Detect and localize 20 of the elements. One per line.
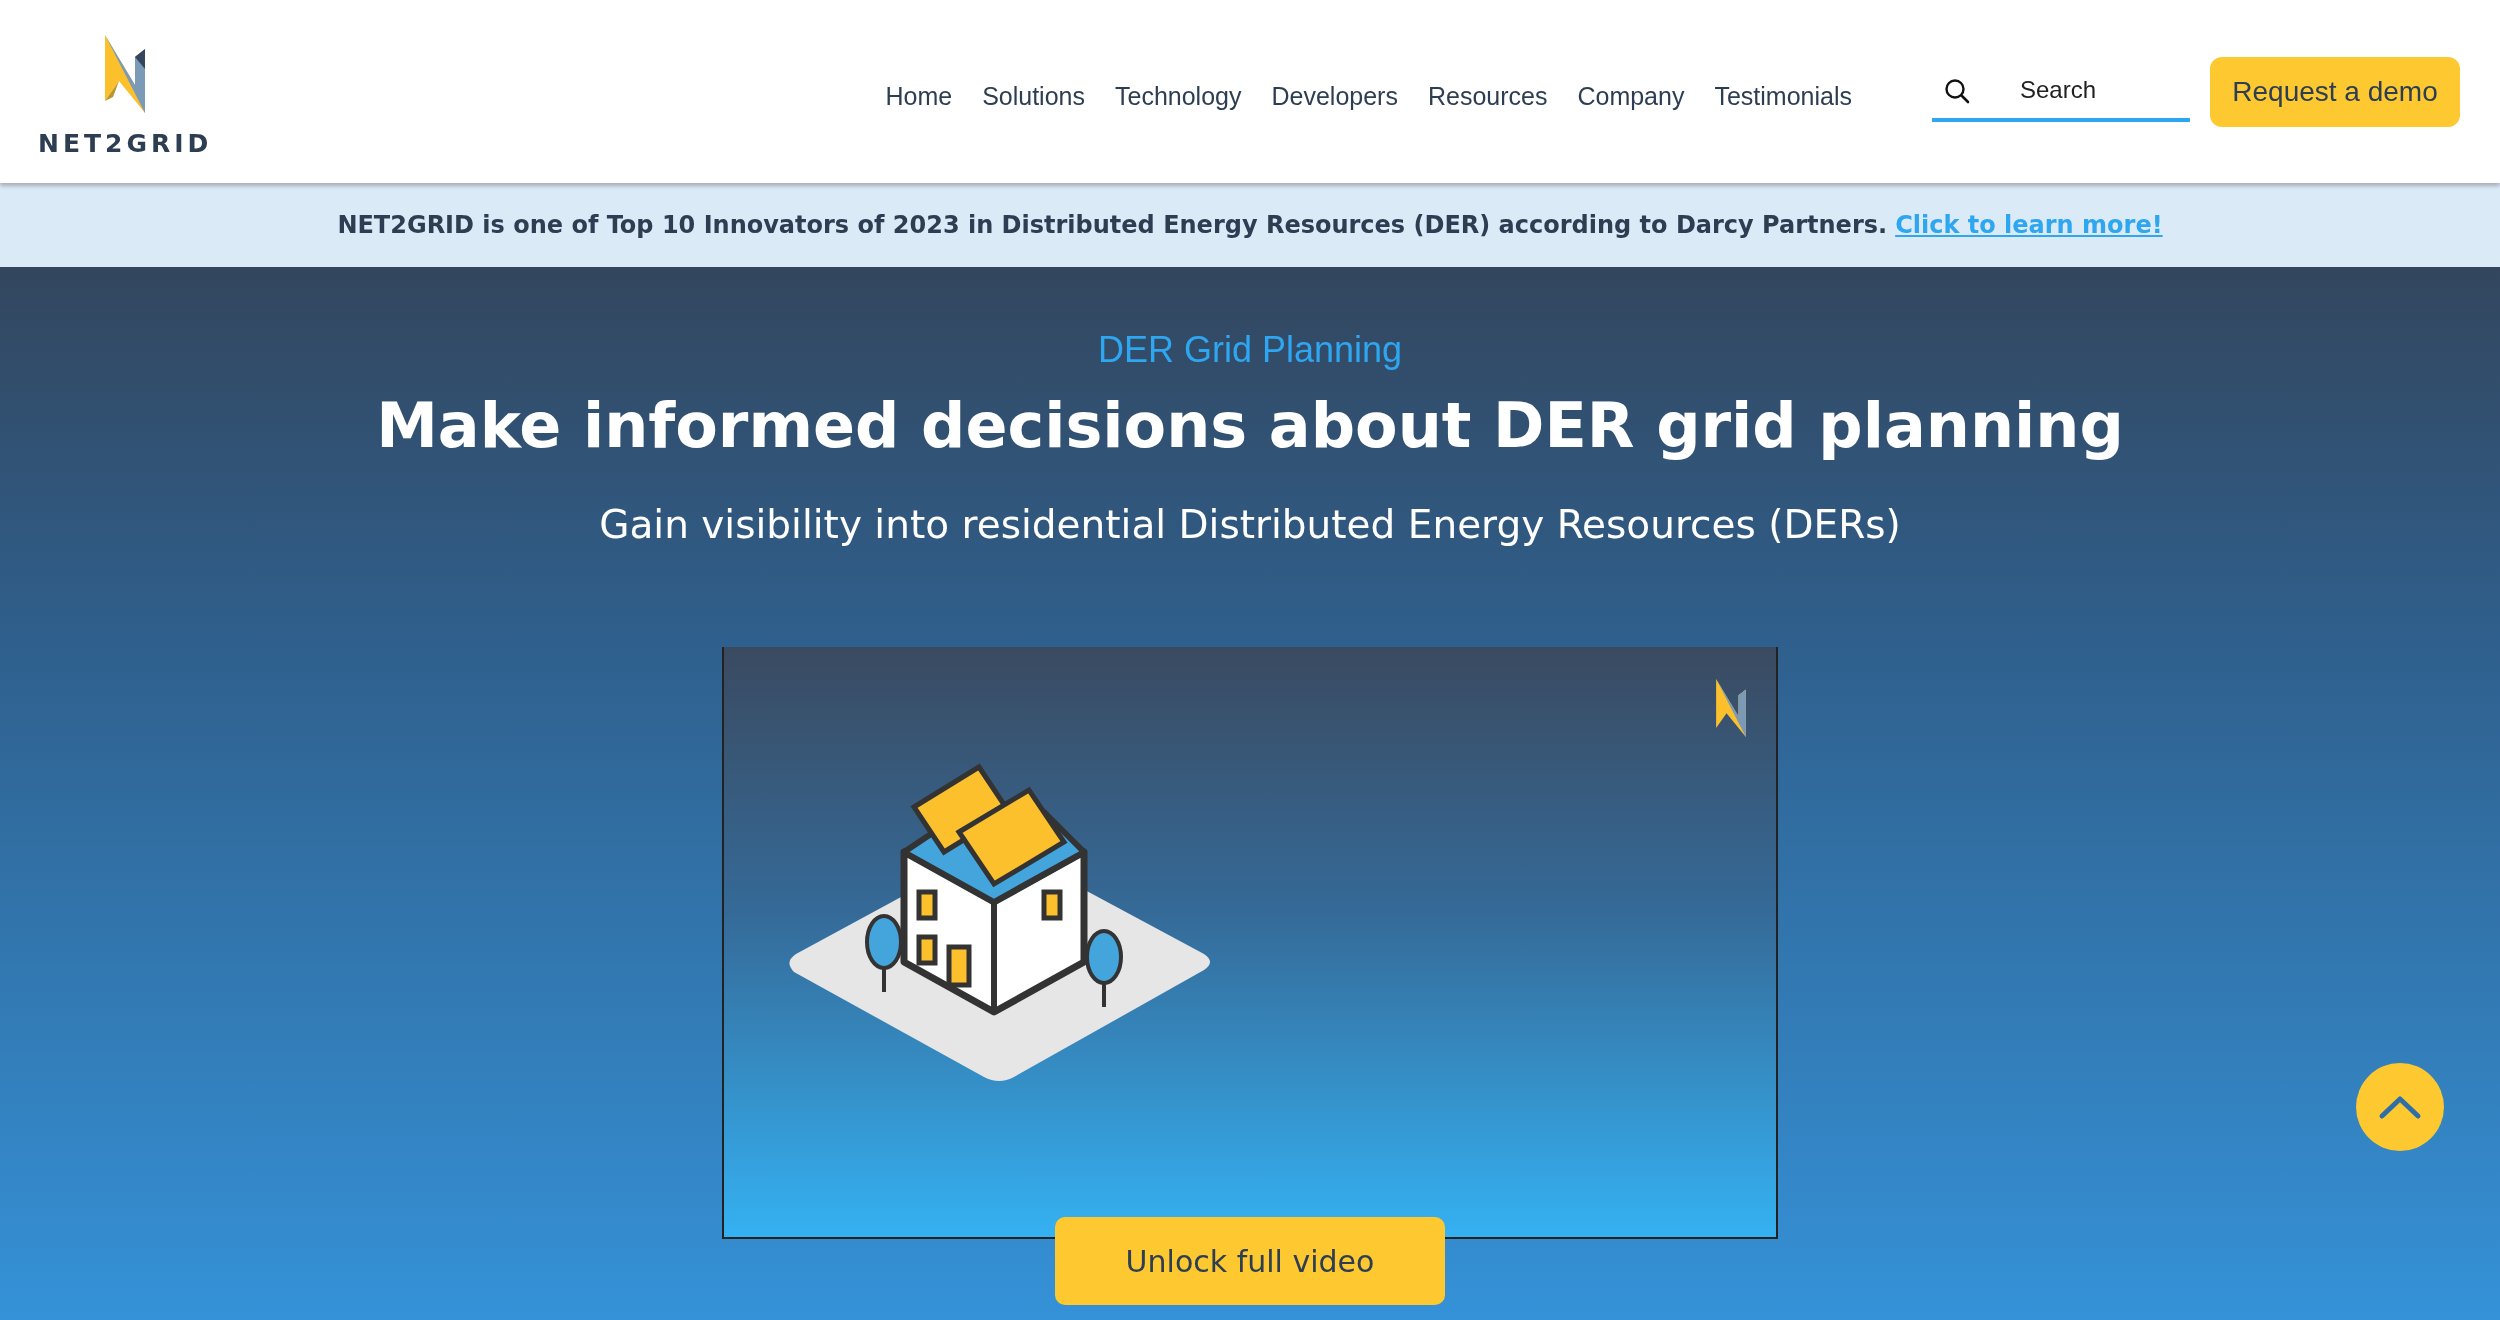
logo-icon (105, 35, 146, 113)
chevron-up-icon (2378, 1094, 2422, 1120)
nav-link[interactable]: Company (1577, 82, 1685, 111)
nav-link[interactable]: Resources (1427, 82, 1548, 111)
search-field[interactable]: Search (1932, 61, 2190, 122)
nav-link[interactable]: Home (885, 82, 953, 111)
hero-eyebrow: DER Grid Planning (1097, 329, 1403, 371)
search-icon (1944, 77, 1970, 104)
nav-link[interactable]: Technology (1115, 82, 1242, 111)
logo-wordmark[interactable]: NET2GRID (38, 129, 213, 158)
logo-icon (1716, 679, 1746, 737)
request-demo-button[interactable]: Request a demo (2210, 56, 2460, 127)
unlock-video-button[interactable]: Unlock full video (1055, 1217, 1445, 1305)
nav-link[interactable]: Testimonials (1714, 82, 1852, 111)
announcement-text: NET2GRID is one of Top 10 Innovators of 2023 in Distributed Energy Resources (DER) according to Darcy Partners. (337, 211, 1888, 239)
hero-title: Make informed decisions about DER grid planning (376, 389, 2124, 462)
nav-link[interactable]: Solutions (982, 82, 1085, 111)
nav-link[interactable]: Developers (1271, 82, 1398, 111)
video-frame[interactable] (722, 647, 1778, 1239)
hero-subtitle: Gain visibility into residential Distributed Energy Resources (DERs) (599, 502, 1901, 547)
